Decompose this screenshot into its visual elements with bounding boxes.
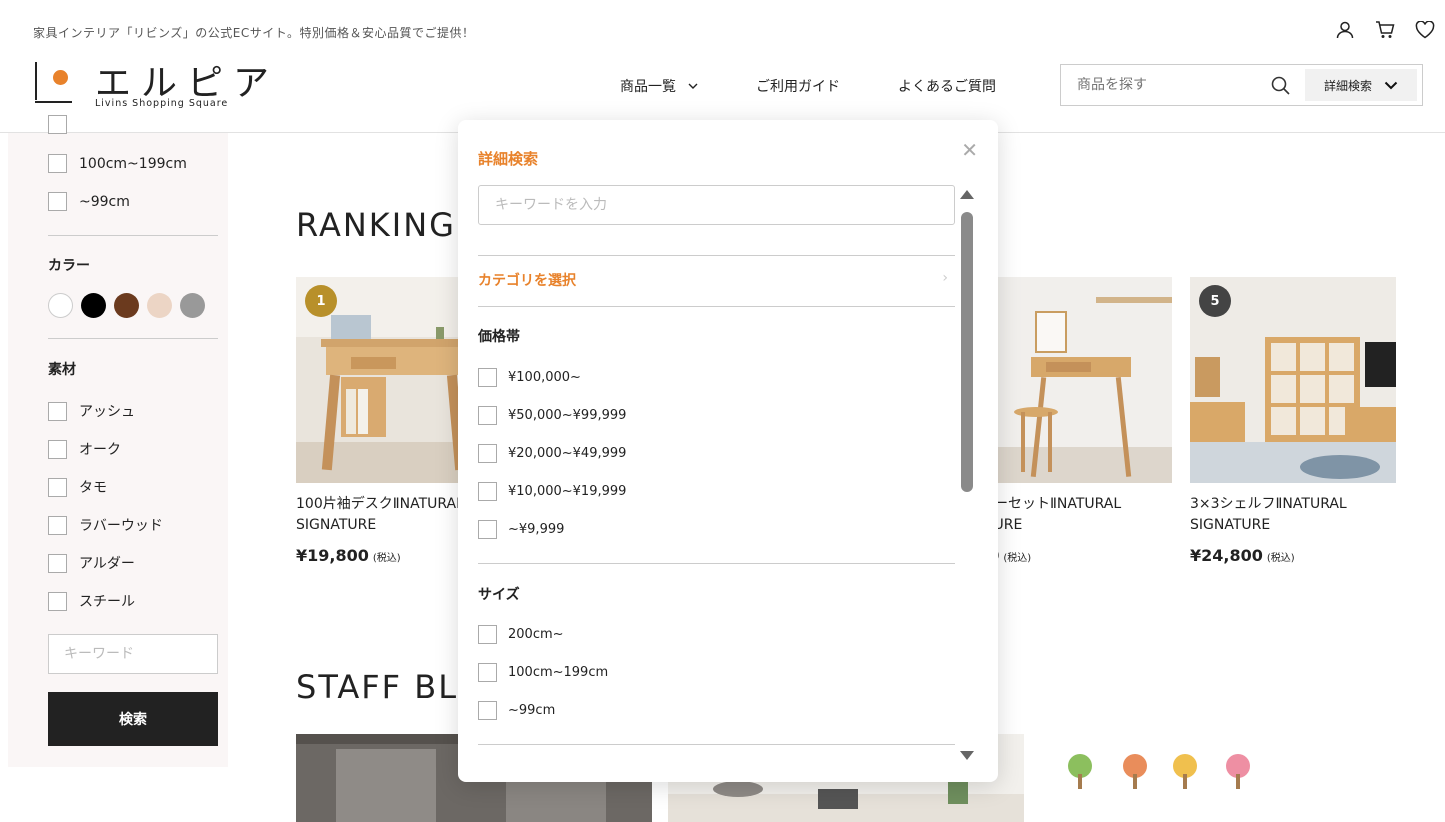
site-logo[interactable]: エルピア Livins Shopping Square xyxy=(35,58,280,110)
price-option[interactable]: ¥50,000~¥99,999 xyxy=(478,406,626,425)
color-swatch-gray[interactable] xyxy=(180,293,205,318)
price-option[interactable]: ¥20,000~¥49,999 xyxy=(478,444,626,463)
category-select[interactable]: カテゴリを選択 › xyxy=(478,270,948,290)
divider xyxy=(48,338,218,339)
size-option[interactable]: 100cm~199cm xyxy=(48,154,187,173)
size-option[interactable]: ~99cm xyxy=(478,701,555,720)
site-header: 家具インテリア「リビンズ」の公式ECサイト。特別価格＆安心品質でご提供！ エルピ… xyxy=(0,0,1445,133)
divider xyxy=(478,306,955,307)
color-swatch-black[interactable] xyxy=(81,293,106,318)
color-swatch-white[interactable] xyxy=(48,293,73,318)
price-option[interactable]: ¥10,000~¥19,999 xyxy=(478,482,626,501)
checkbox[interactable] xyxy=(48,115,67,134)
advanced-search-modal: 詳細検索 ✕ キーワードを入力 カテゴリを選択 › 価格帯 ¥100,000~ … xyxy=(458,120,998,782)
checkbox[interactable] xyxy=(478,663,497,682)
blog-thumbnail[interactable] xyxy=(1040,734,1396,822)
nav-faq[interactable]: よくあるご質問 xyxy=(898,76,996,96)
checkbox[interactable] xyxy=(48,439,67,459)
checkbox[interactable] xyxy=(478,444,497,463)
search-icon[interactable] xyxy=(1271,76,1290,99)
checkbox[interactable] xyxy=(48,515,67,535)
search-input[interactable] xyxy=(1077,77,1277,93)
size-title: サイズ xyxy=(478,587,520,603)
user-icon[interactable] xyxy=(1335,20,1355,40)
size-option[interactable]: 100cm~199cm xyxy=(478,663,608,682)
close-icon[interactable]: ✕ xyxy=(961,138,978,162)
scroll-up-arrow-icon[interactable] xyxy=(960,190,974,199)
checkbox[interactable] xyxy=(48,154,67,173)
chevron-right-icon: › xyxy=(942,270,948,286)
modal-scrollbar[interactable] xyxy=(960,190,974,760)
checkbox[interactable] xyxy=(478,482,497,501)
color-swatch-beige[interactable] xyxy=(147,293,172,318)
scrollbar-thumb[interactable] xyxy=(961,212,973,492)
checkbox[interactable] xyxy=(478,406,497,425)
checkbox[interactable] xyxy=(48,591,67,611)
sidebar-keyword-input[interactable]: キーワード xyxy=(48,634,218,674)
nav-guide[interactable]: ご利用ガイド xyxy=(756,76,840,96)
checkbox[interactable] xyxy=(478,368,497,387)
checkbox[interactable] xyxy=(48,192,67,211)
modal-title: 詳細検索 xyxy=(478,150,539,168)
product-price: ¥24,800 (税込) xyxy=(1190,546,1295,565)
price-range-title: 価格帯 xyxy=(478,329,520,345)
checkbox[interactable] xyxy=(478,520,497,539)
modal-keyword-input[interactable]: キーワードを入力 xyxy=(478,185,955,225)
size-option[interactable]: ~99cm xyxy=(48,192,130,211)
checkbox[interactable] xyxy=(48,401,67,421)
checkbox[interactable] xyxy=(478,625,497,644)
nav-products[interactable]: 商品一覧 xyxy=(620,76,698,96)
filter-sidebar: 100cm~199cm ~99cm カラー 素材 アッシュ オーク タモ ラバー… xyxy=(8,115,228,767)
material-title: 素材 xyxy=(48,362,76,378)
tagline: 家具インテリア「リビンズ」の公式ECサイト。特別価格＆安心品質でご提供！ xyxy=(33,26,475,40)
divider xyxy=(48,235,218,236)
material-option[interactable]: アルダー xyxy=(48,553,135,573)
ranking-title: RANKING xyxy=(296,206,456,244)
divider xyxy=(478,255,955,256)
checkbox[interactable] xyxy=(48,553,67,573)
staff-blog-title: STAFF BL xyxy=(296,668,459,706)
price-option[interactable]: ¥100,000~ xyxy=(478,368,581,387)
rank-badge: 1 xyxy=(305,285,337,317)
material-option[interactable]: ラバーウッド xyxy=(48,515,163,535)
heart-icon[interactable] xyxy=(1415,20,1435,40)
size-option[interactable]: 200cm~ xyxy=(478,625,564,644)
checkbox[interactable] xyxy=(478,701,497,720)
main-nav: 商品一覧 ご利用ガイド よくあるご質問 xyxy=(620,76,1054,96)
header-icons xyxy=(1335,20,1435,40)
logo-subtitle: Livins Shopping Square xyxy=(95,98,229,109)
size-option-cut[interactable] xyxy=(48,115,67,134)
scroll-down-arrow-icon[interactable] xyxy=(960,751,974,760)
material-option[interactable]: タモ xyxy=(48,477,107,497)
price-option[interactable]: ~¥9,999 xyxy=(478,520,564,539)
color-title: カラー xyxy=(48,258,90,274)
product-image[interactable]: 5 xyxy=(1190,277,1396,483)
material-option[interactable]: アッシュ xyxy=(48,401,135,421)
divider xyxy=(478,563,955,564)
rank-badge: 5 xyxy=(1199,285,1231,317)
checkbox[interactable] xyxy=(48,477,67,497)
product-name[interactable]: 3×3シェルフⅡNATURAL SIGNATURE xyxy=(1190,494,1396,536)
chevron-down-icon xyxy=(688,83,698,89)
material-option[interactable]: スチール xyxy=(48,591,135,611)
cart-icon[interactable] xyxy=(1375,20,1395,40)
header-search: 詳細検索 xyxy=(1060,64,1423,106)
material-option[interactable]: オーク xyxy=(48,439,121,459)
divider xyxy=(478,744,955,745)
product-card[interactable]: 5 3×3シェルフⅡNATURAL SIGNATURE ¥24,800 (税込) xyxy=(1190,277,1396,565)
sidebar-search-button[interactable]: 検索 xyxy=(48,692,218,746)
color-swatch-brown[interactable] xyxy=(114,293,139,318)
chevron-down-icon xyxy=(1384,81,1398,89)
advanced-search-button[interactable]: 詳細検索 xyxy=(1305,69,1417,101)
